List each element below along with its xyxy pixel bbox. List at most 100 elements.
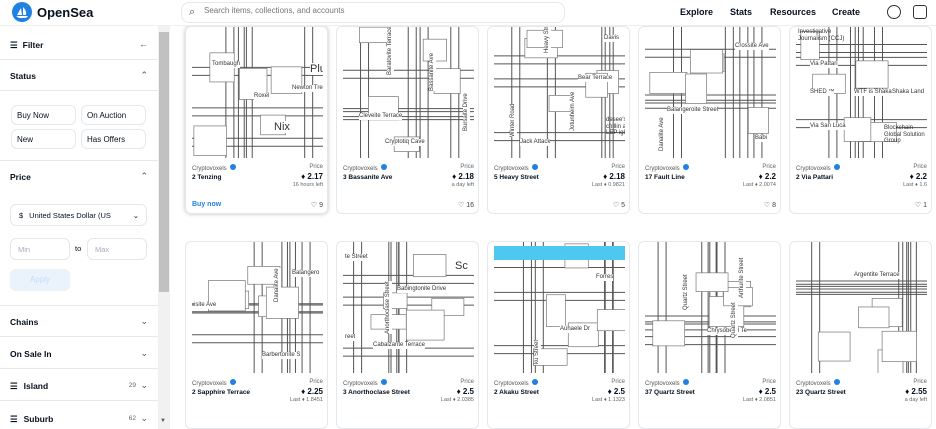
asset-card[interactable]: Crossite Ave Balangeroite Street Danalite … <box>638 26 781 214</box>
nav-create[interactable]: Create <box>832 7 860 17</box>
chevron-down-icon[interactable]: ⌄ <box>140 348 148 359</box>
scroll-down-arrow-icon[interactable]: ▼ <box>160 418 166 424</box>
collection-name[interactable]: Cryptovoxels <box>796 164 840 172</box>
price-label: Price <box>309 379 323 385</box>
max-price-input[interactable]: Max <box>87 238 147 260</box>
list-icon: ☰ <box>10 414 18 424</box>
sidebar-scrollbar[interactable]: ▼ <box>158 26 170 429</box>
price-header[interactable]: Price <box>10 172 31 182</box>
suburb-count: 62 <box>128 415 136 422</box>
wallet-icon[interactable] <box>913 5 927 19</box>
street-map-svg <box>494 27 625 158</box>
sale-subtext: 16 hours left <box>292 182 323 188</box>
collection-name[interactable]: Cryptovoxels <box>343 164 387 172</box>
asset-card[interactable]: Balangero Danalite Ave isite Ave Barbertoni… <box>185 241 328 429</box>
min-price-input[interactable]: Min <box>10 238 70 260</box>
asset-name[interactable]: 2 Via Pattari <box>796 174 833 181</box>
asset-info: Cryptovoxels 3 Bassanite Ave Price ♦ 2.18 a … <box>343 164 474 212</box>
collection-name[interactable]: Cryptovoxels <box>192 164 236 172</box>
favorite-count[interactable]: ♡ 9 <box>311 201 323 209</box>
collapse-arrow-icon[interactable]: ← <box>139 39 148 49</box>
parcel-map-image[interactable]: Argentite Terrace <box>796 242 927 373</box>
account-icon[interactable] <box>887 5 901 19</box>
parcel-map-image[interactable]: Tombaugh Roxel Newton Tree Nix Plu <box>192 27 323 158</box>
favorite-count[interactable]: ♡ 1 <box>915 201 927 209</box>
price-label: Price <box>762 164 776 170</box>
buy-now-button[interactable]: Buy now <box>192 201 221 208</box>
scrollbar-thumb[interactable] <box>159 32 169 292</box>
collection-name[interactable]: Cryptovoxels <box>796 379 840 387</box>
asset-name[interactable]: 2 Akaku Street <box>494 389 539 396</box>
currency-select[interactable]: $ United States Dollar (US ⌄ <box>10 204 147 226</box>
status-has-offers[interactable]: Has Offers <box>81 129 146 149</box>
asset-card[interactable]: Baratovite Terrace Bassanite Ave Cleveite … <box>336 26 479 214</box>
asset-card[interactable]: Tombaugh Roxel Newton Tree Nix Plu Cryptovoxe… <box>185 26 328 214</box>
map-street-label: te Street <box>345 254 368 261</box>
suburb-header[interactable]: ☰ Suburb <box>10 414 53 425</box>
parcel-map-image[interactable]: te Street Sc Babingtonite Drive Anorthoclas… <box>343 242 474 373</box>
asset-name[interactable]: 3 Bassanite Ave <box>343 174 392 181</box>
asset-name[interactable]: 2 Sapphire Terrace <box>192 389 250 396</box>
parcel-map-image[interactable]: Forres Auhaele Dr ku Street <box>494 242 625 373</box>
nav-stats[interactable]: Stats <box>730 7 752 17</box>
asset-info: Cryptovoxels 3 Anorthoclase Street Price ♦ … <box>343 379 474 427</box>
brand-name[interactable]: OpenSea <box>37 5 93 20</box>
divider <box>0 400 158 401</box>
parcel-map-image[interactable]: Baratovite Terrace Bassanite Ave Cleveite … <box>343 27 474 158</box>
favorite-count[interactable]: ♡ 8 <box>764 201 776 209</box>
collection-name[interactable]: Cryptovoxels <box>192 379 236 387</box>
status-new[interactable]: New <box>11 129 76 149</box>
opensea-logo-icon[interactable] <box>12 2 32 22</box>
asset-card[interactable]: te Street Sc Babingtonite Drive Anorthoclas… <box>336 241 479 429</box>
collection-name[interactable]: Cryptovoxels <box>494 379 538 387</box>
favorite-count[interactable]: ♡ 16 <box>458 201 474 209</box>
asset-card[interactable]: Arthurite Street Quartz Street Chrysoberyl… <box>638 241 781 429</box>
chains-header[interactable]: Chains <box>10 317 38 327</box>
status-header[interactable]: Status <box>10 71 36 81</box>
map-street-label: Quartz Street <box>683 274 690 310</box>
asset-name[interactable]: 2 Tenzing <box>192 174 222 181</box>
apply-button[interactable]: Apply <box>10 269 70 291</box>
collection-name[interactable]: Cryptovoxels <box>645 379 689 387</box>
price-label: Price <box>611 164 625 170</box>
collection-name[interactable]: Cryptovoxels <box>343 379 387 387</box>
asset-card[interactable]: Davis Heavy Street Bear Terrace Winter Road… <box>487 26 630 214</box>
price-value: ♦ 2.5 <box>456 387 474 396</box>
on-sale-header[interactable]: On Sale In <box>10 349 52 359</box>
list-icon: ☰ <box>10 381 18 391</box>
status-buy-now[interactable]: Buy Now <box>11 105 76 125</box>
collection-name[interactable]: Cryptovoxels <box>494 164 538 172</box>
asset-name[interactable]: 17 Fault Line <box>645 174 685 181</box>
asset-name[interactable]: 23 Quartz Street <box>796 389 846 396</box>
chevron-up-icon[interactable]: ⌃ <box>140 171 148 182</box>
asset-name[interactable]: 5 Heavy Street <box>494 174 539 181</box>
map-street-label: Balangeroite Street <box>667 107 719 114</box>
chevron-down-icon[interactable]: ⌄ <box>140 413 148 424</box>
status-on-auction[interactable]: On Auction <box>81 105 146 125</box>
asset-card[interactable]: Forres Auhaele Dr ku Street Cryptovoxels 2 A… <box>487 241 630 429</box>
favorite-count[interactable]: ♡ 5 <box>613 201 625 209</box>
asset-card[interactable]: Argentite Terrace Cryptovoxels 23 Quartz S… <box>789 241 932 429</box>
map-street-label: Babi <box>755 135 768 142</box>
island-header[interactable]: ☰ Island <box>10 381 48 392</box>
chevron-up-icon[interactable]: ⌃ <box>140 70 148 81</box>
collection-name[interactable]: Cryptovoxels <box>645 164 689 172</box>
nav-resources[interactable]: Resources <box>770 7 816 17</box>
search-input[interactable] <box>204 6 554 15</box>
parcel-map-image[interactable]: Crossite Ave Balangeroite Street Danalite … <box>645 27 776 158</box>
parcel-map-image[interactable]: Balangero Danalite Ave isite Ave Barbertoni… <box>192 242 323 373</box>
parcel-map-image[interactable]: Davis Heavy Street Bear Terrace Winter Road… <box>494 27 625 158</box>
nav-explore[interactable]: Explore <box>680 7 713 17</box>
parcel-map-image[interactable]: Investigative Journalism (CCJ) Via Pattar… <box>796 27 927 158</box>
search-bar[interactable]: ⌕ <box>181 2 565 23</box>
parcel-map-image[interactable]: Arthurite Street Quartz Street Chrysoberyl… <box>645 242 776 373</box>
map-street-label: Bursaite Drive <box>463 93 470 131</box>
chevron-down-icon[interactable]: ⌄ <box>140 380 148 391</box>
chevron-down-icon[interactable]: ⌄ <box>140 316 148 327</box>
asset-info: Cryptovoxels 5 Heavy Street Price ♦ 2.18 Las… <box>494 164 625 212</box>
asset-card[interactable]: Investigative Journalism (CCJ) Via Pattar… <box>789 26 932 214</box>
filter-header[interactable]: ☰ Filter <box>10 40 43 51</box>
asset-name[interactable]: 3 Anorthoclase Street <box>343 389 410 396</box>
map-street-label: Crossite Ave <box>735 43 769 50</box>
asset-name[interactable]: 37 Quartz Street <box>645 389 695 396</box>
